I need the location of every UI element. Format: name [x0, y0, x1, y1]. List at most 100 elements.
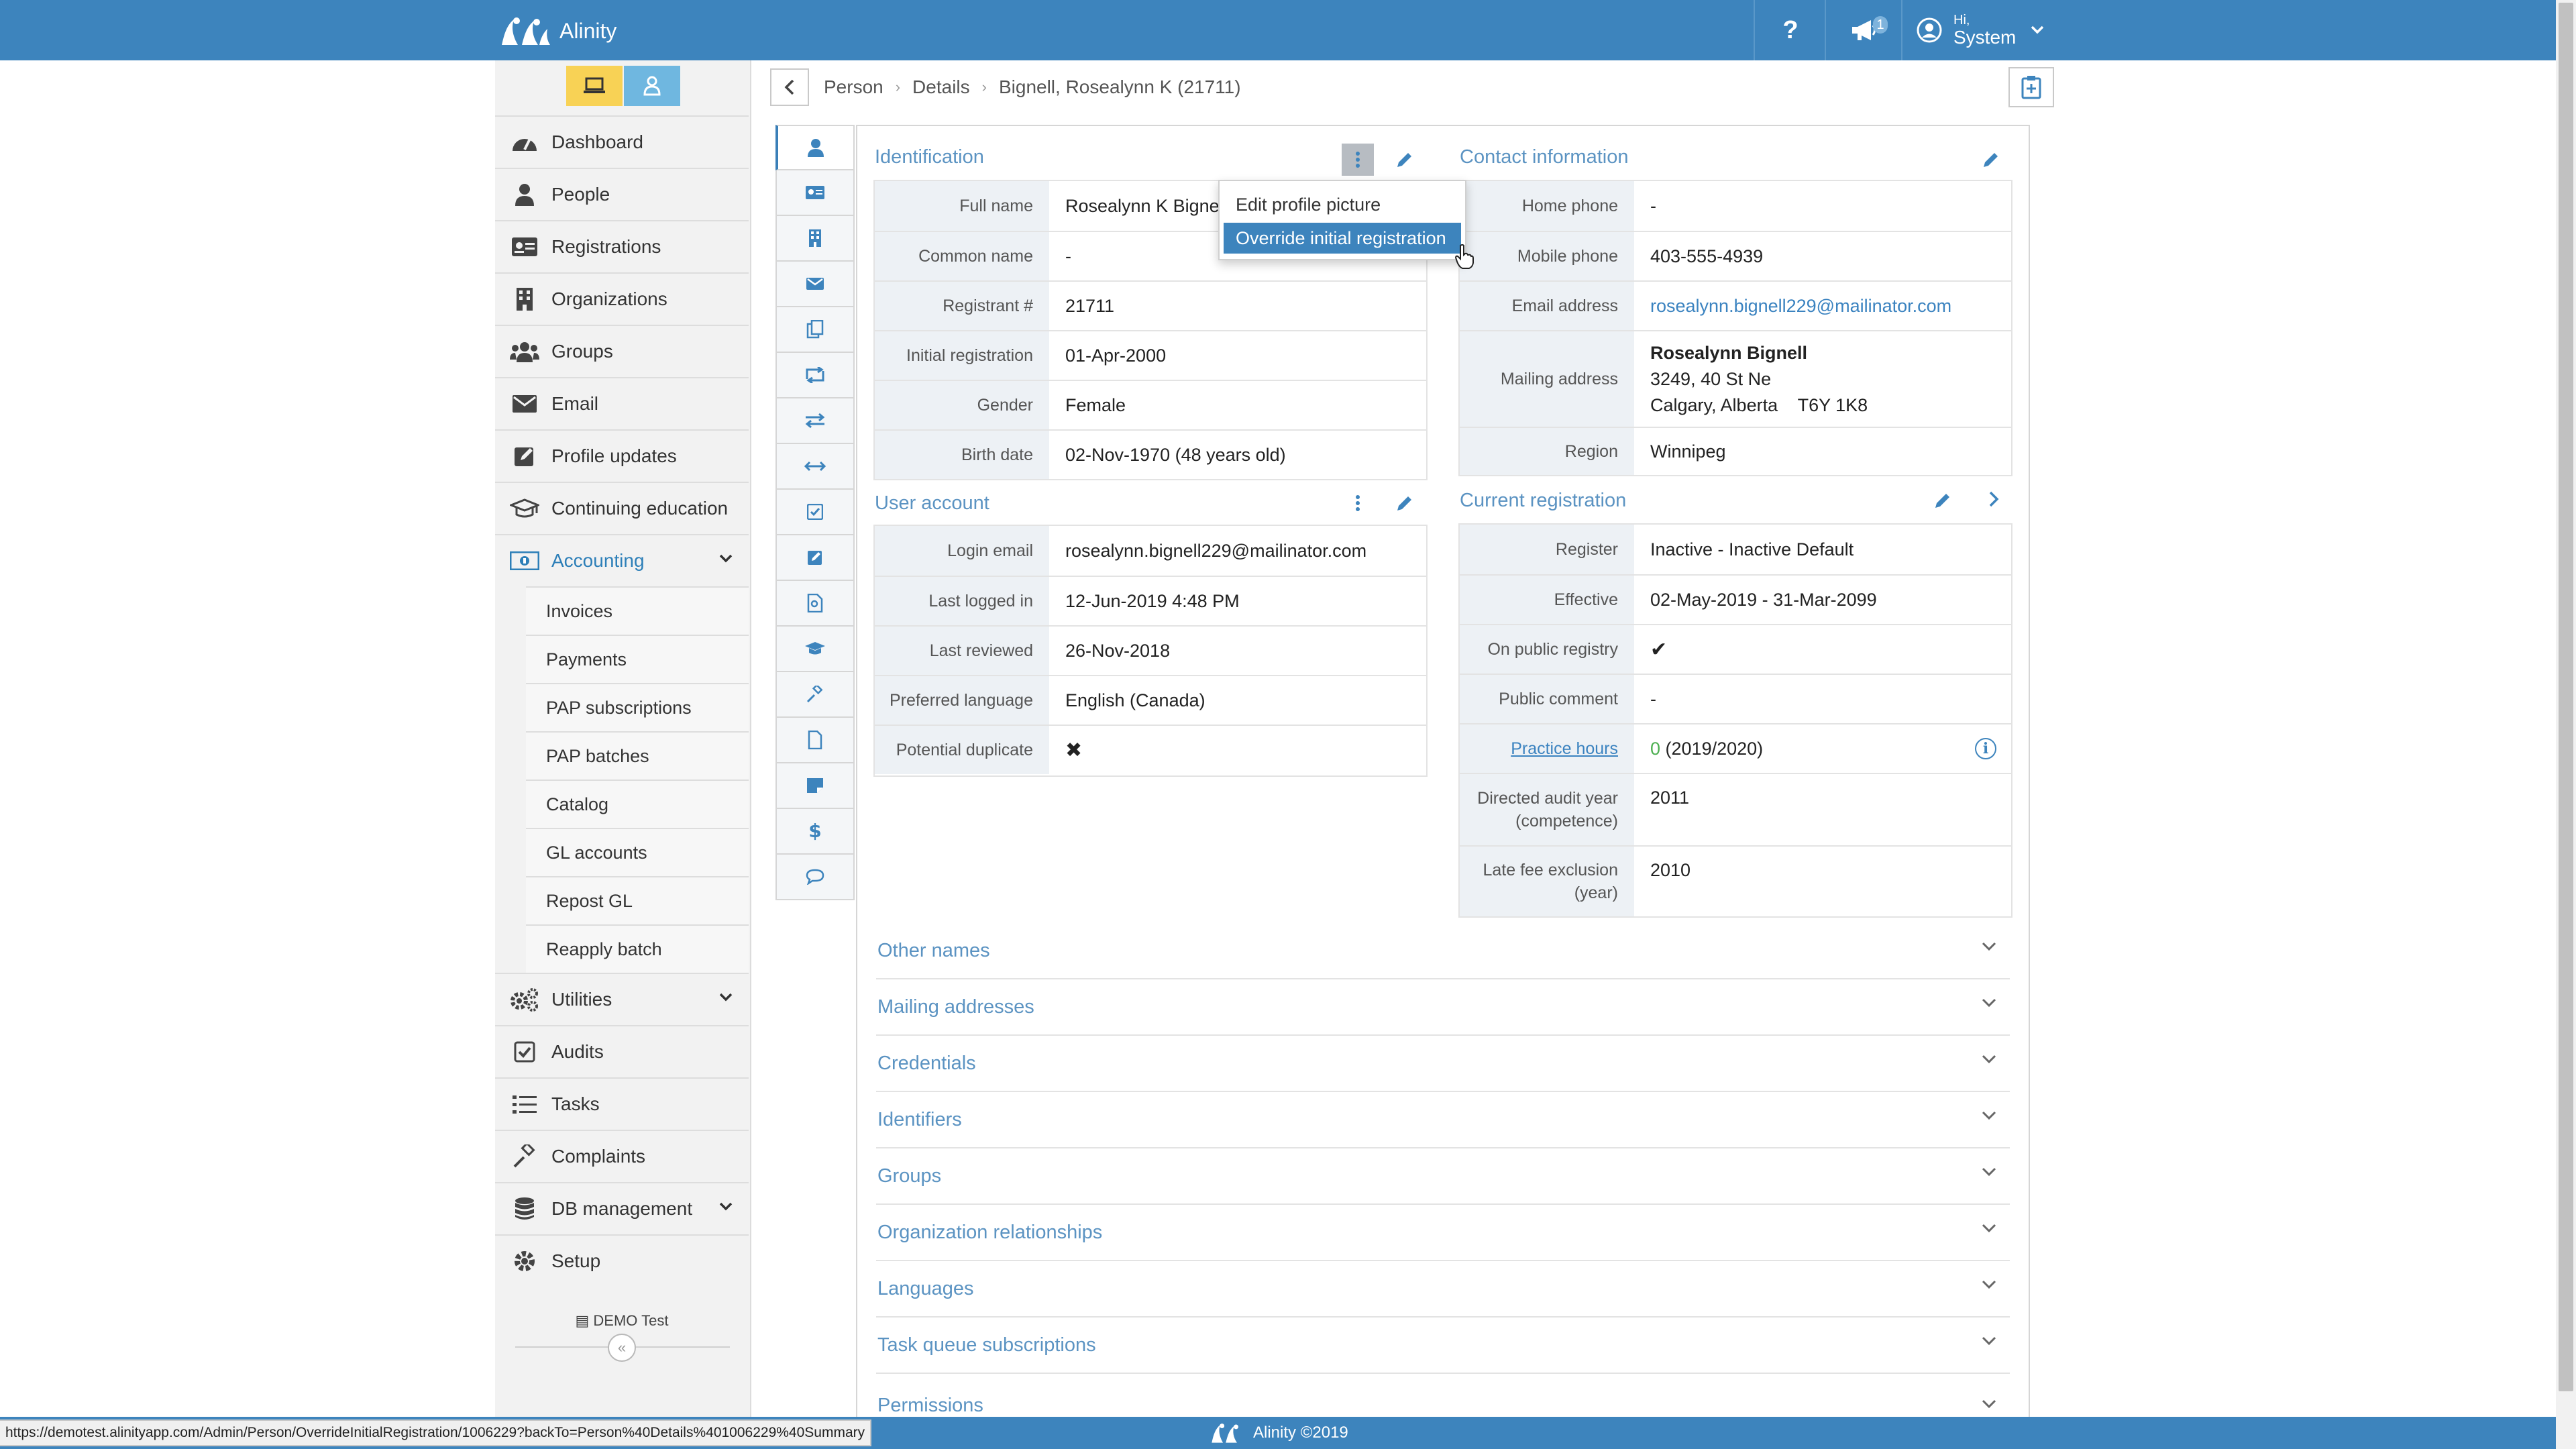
login-email-value: rosealynn.bignell229@mailinator.com	[1065, 540, 1367, 561]
page-scrollbar[interactable]	[2556, 0, 2576, 1449]
sidebar-subitem-catalog[interactable]: Catalog	[526, 780, 749, 828]
desktop-view-toggle[interactable]	[566, 66, 623, 106]
tab-comments[interactable]	[775, 855, 855, 900]
gavel-icon	[806, 686, 823, 703]
accordion-organization-relationships[interactable]: Organization relationships	[876, 1205, 2010, 1261]
tab-notes[interactable]	[775, 718, 855, 763]
pencil-icon	[1935, 494, 1949, 508]
sidebar-subitem-gl-accounts[interactable]: GL accounts	[526, 828, 749, 876]
help-button[interactable]: ?	[1754, 0, 1826, 60]
chevron-down-icon	[1982, 998, 1996, 1008]
tab-reinstatements[interactable]	[775, 444, 855, 490]
user-menu-button[interactable]: Hi, System	[1901, 0, 2055, 60]
sidebar-item-organizations[interactable]: Organizations	[495, 272, 749, 325]
tab-registrations[interactable]	[775, 170, 855, 216]
email-address-link[interactable]: rosealynn.bignell229@mailinator.com	[1634, 282, 2011, 330]
accordion-mailing-addresses[interactable]: Mailing addresses	[876, 979, 2010, 1036]
tab-transfers[interactable]	[775, 398, 855, 444]
menu-item-edit-profile-picture[interactable]: Edit profile picture	[1224, 189, 1461, 220]
sidebar-item-profile-updates[interactable]: Profile updates	[495, 429, 749, 482]
practice-hours-link[interactable]: Practice hours	[1511, 739, 1618, 759]
sidebar-subitem-pap-subscriptions[interactable]: PAP subscriptions	[526, 683, 749, 731]
breadcrumb-item-person[interactable]: Person	[824, 76, 883, 98]
sidebar-item-setup[interactable]: Setup	[495, 1234, 749, 1287]
person-view-toggle[interactable]	[624, 66, 680, 106]
identification-edit-button[interactable]	[1389, 144, 1421, 176]
accordion-permissions[interactable]: Permissions	[876, 1374, 2010, 1417]
accordion-other-names[interactable]: Other names	[876, 923, 2010, 979]
user-account-more-button[interactable]	[1342, 487, 1374, 519]
contact-row: Home phone -	[1460, 181, 2011, 231]
sidebar-item-audits[interactable]: Audits	[495, 1025, 749, 1077]
tab-organizations[interactable]	[775, 216, 855, 262]
sidebar-item-groups[interactable]: Groups	[495, 325, 749, 377]
edit-icon	[808, 551, 822, 565]
tab-documents[interactable]	[775, 307, 855, 353]
notification-count-badge: 1	[1873, 16, 1888, 34]
registration-edit-button[interactable]	[1927, 484, 1959, 517]
accordion-task-queue-subscriptions[interactable]: Task queue subscriptions	[876, 1318, 2010, 1374]
user-circle-icon	[1917, 17, 1942, 43]
sidebar-subitem-reapply-batch[interactable]: Reapply batch	[526, 924, 749, 973]
effective-value: 02-May-2019 - 31-Mar-2099	[1650, 589, 1877, 610]
field-label: Registrant #	[875, 282, 1049, 330]
accordion-groups[interactable]: Groups	[876, 1148, 2010, 1205]
accordion-credentials[interactable]: Credentials	[876, 1036, 2010, 1092]
sidebar-item-email[interactable]: Email	[495, 377, 749, 429]
field-label: Initial registration	[875, 331, 1049, 380]
sidebar-item-label: DB management	[551, 1198, 693, 1219]
graduation-cap-icon	[510, 494, 539, 523]
sidebar-item-db-management[interactable]: DB management	[495, 1182, 749, 1234]
back-button[interactable]	[770, 68, 809, 106]
tab-sticky-notes[interactable]	[775, 763, 855, 809]
tab-profile-updates[interactable]	[775, 535, 855, 581]
tab-summary[interactable]	[775, 125, 855, 170]
sidebar-item-registrations[interactable]: Registrations	[495, 220, 749, 272]
app-logo[interactable]: Alinity	[498, 12, 616, 50]
contact-edit-button[interactable]	[1975, 144, 2007, 176]
file-search-icon	[807, 594, 823, 612]
envelope-icon	[806, 278, 824, 290]
registration-row: Late fee exclusion (year) 2010	[1460, 845, 2011, 916]
tab-files[interactable]	[775, 581, 855, 627]
field-label: Public comment	[1460, 675, 1634, 723]
copy-icon	[806, 320, 824, 339]
tab-email[interactable]	[775, 262, 855, 307]
sidebar-item-dashboard[interactable]: Dashboard	[495, 115, 749, 168]
top-bar: Alinity ? 1 Hi, System	[0, 0, 2556, 60]
breadcrumb-item-details[interactable]: Details	[912, 76, 970, 98]
sidebar-item-tasks[interactable]: Tasks	[495, 1077, 749, 1130]
tab-complaints[interactable]	[775, 672, 855, 718]
chevron-down-icon	[1982, 1399, 1996, 1409]
identification-more-button[interactable]	[1342, 144, 1374, 176]
tab-continuing-education[interactable]	[775, 627, 855, 672]
accordion-identifiers[interactable]: Identifiers	[876, 1092, 2010, 1148]
sidebar-subitem-repost-gl[interactable]: Repost GL	[526, 876, 749, 924]
field-label: Potential duplicate	[875, 726, 1049, 774]
accordion-languages[interactable]: Languages	[876, 1261, 2010, 1318]
checkbox-icon	[510, 1037, 539, 1067]
late-fee-label: Late fee exclusion (year)	[1460, 847, 1634, 916]
sidebar-subitem-invoices[interactable]: Invoices	[526, 586, 749, 635]
user-account-edit-button[interactable]	[1389, 487, 1421, 519]
scrollbar-thumb[interactable]	[2559, 3, 2573, 1391]
tab-renewals[interactable]	[775, 353, 855, 398]
clipboard-button[interactable]	[2008, 67, 2054, 107]
info-icon[interactable]: i	[1975, 738, 1996, 759]
identification-row: Registrant # 21711	[875, 280, 1426, 330]
registration-open-button[interactable]	[1978, 483, 2010, 515]
tab-audits[interactable]	[775, 490, 855, 535]
sidebar-item-accounting[interactable]: Accounting	[495, 534, 749, 586]
sidebar-item-continuing-education[interactable]: Continuing education	[495, 482, 749, 534]
user-account-panel: Login email rosealynn.bignell229@mailinat…	[873, 525, 1428, 777]
tab-invoices[interactable]: $	[775, 809, 855, 855]
menu-item-override-initial-registration[interactable]: Override initial registration	[1224, 223, 1461, 254]
sidebar-item-complaints[interactable]: Complaints	[495, 1130, 749, 1182]
sidebar-subitem-pap-batches[interactable]: PAP batches	[526, 731, 749, 780]
footer-brand: Alinity ©2019	[1208, 1422, 1348, 1444]
collapse-sidebar-button[interactable]: «	[608, 1334, 636, 1362]
sidebar-item-people[interactable]: People	[495, 168, 749, 220]
notifications-button[interactable]: 1	[1825, 0, 1902, 60]
sidebar-subitem-payments[interactable]: Payments	[526, 635, 749, 683]
sidebar-item-utilities[interactable]: Utilities	[495, 973, 749, 1025]
